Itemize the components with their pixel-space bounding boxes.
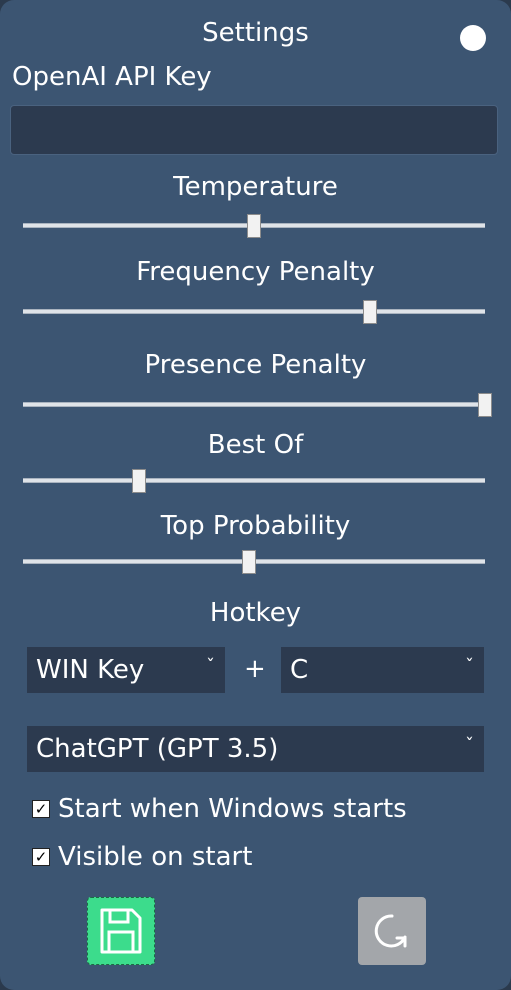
chevron-down-icon: ˇ xyxy=(465,735,474,756)
checkbox-checked-icon[interactable]: ✓ xyxy=(32,848,50,866)
hotkey-label: Hotkey xyxy=(209,598,302,628)
hotkey-modifier-value: WIN Key xyxy=(36,655,145,685)
settings-panel: Settings OpenAI API Key Temperature Freq… xyxy=(0,0,511,990)
api-key-input[interactable] xyxy=(10,105,498,155)
close-button[interactable] xyxy=(460,25,486,51)
frequency-penalty-slider-thumb[interactable] xyxy=(362,300,377,324)
window-title: Settings xyxy=(202,18,309,48)
hotkey-key-select[interactable]: C ˇ xyxy=(281,647,484,693)
floppy-disk-icon xyxy=(100,908,142,954)
start-with-windows-checkbox[interactable]: ✓ Start when Windows starts xyxy=(32,792,407,826)
model-value: ChatGPT (GPT 3.5) xyxy=(36,734,279,764)
best-of-slider-thumb[interactable] xyxy=(131,469,146,493)
model-select[interactable]: ChatGPT (GPT 3.5) ˇ xyxy=(27,726,484,772)
temperature-label: Temperature xyxy=(173,172,338,202)
chevron-down-icon: ˇ xyxy=(206,656,215,677)
best-of-slider[interactable] xyxy=(23,469,485,493)
temperature-slider-thumb[interactable] xyxy=(247,214,261,238)
frequency-penalty-label: Frequency Penalty xyxy=(136,257,375,287)
hotkey-key-value: C xyxy=(290,655,309,685)
visible-on-start-checkbox[interactable]: ✓ Visible on start xyxy=(32,840,252,874)
save-button[interactable] xyxy=(87,897,155,965)
top-probability-label: Top Probability xyxy=(160,511,351,541)
presence-penalty-slider[interactable] xyxy=(23,393,492,417)
refresh-icon xyxy=(374,914,407,948)
hotkey-modifier-select[interactable]: WIN Key ˇ xyxy=(27,647,225,693)
top-probability-slider-thumb[interactable] xyxy=(242,550,257,574)
presence-penalty-slider-thumb[interactable] xyxy=(478,393,492,417)
visible-on-start-label: Visible on start xyxy=(58,842,253,872)
reset-button[interactable] xyxy=(358,897,426,965)
frequency-penalty-slider[interactable] xyxy=(23,300,485,324)
api-key-label: OpenAI API Key xyxy=(12,62,212,92)
chevron-down-icon: ˇ xyxy=(465,656,474,677)
presence-penalty-label: Presence Penalty xyxy=(144,350,367,380)
top-probability-slider[interactable] xyxy=(23,550,485,574)
checkbox-checked-icon[interactable]: ✓ xyxy=(32,800,50,818)
best-of-label: Best Of xyxy=(207,430,304,460)
start-with-windows-label: Start when Windows starts xyxy=(58,794,407,824)
temperature-slider[interactable] xyxy=(23,214,485,238)
hotkey-plus-sign: + xyxy=(244,654,266,684)
